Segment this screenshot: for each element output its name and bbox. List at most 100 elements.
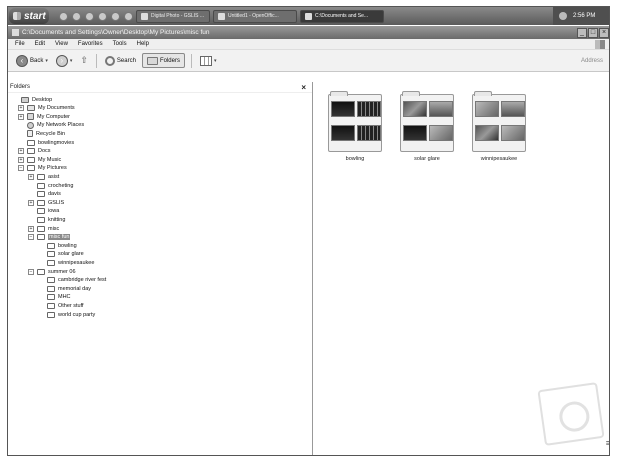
- minimize-button[interactable]: _: [577, 27, 587, 38]
- tree-item-label: memorial day: [58, 285, 92, 292]
- task-button-explorer[interactable]: C:\Documents and Se...: [300, 9, 384, 23]
- folder-icon: [37, 216, 45, 223]
- tree-item-label: Docs: [38, 148, 51, 155]
- tree-item-label: misc fun: [48, 234, 71, 241]
- resize-grip-icon[interactable]: ≡: [606, 439, 609, 448]
- forward-button[interactable]: › ▾: [54, 53, 75, 69]
- tree-item-label: winnipesaukee: [58, 259, 95, 266]
- folder-label-winnipesaukee[interactable]: winnipesaukee: [464, 156, 534, 162]
- tree-item-label: iowa: [48, 208, 60, 215]
- expand-icon[interactable]: +: [18, 156, 24, 163]
- task-label: Digital Photo - GSLIS ...: [151, 13, 205, 19]
- menu-help[interactable]: Help: [137, 41, 149, 47]
- tree-item-label: solar glare: [58, 251, 84, 258]
- folder-label-bowling[interactable]: bowling: [320, 156, 390, 162]
- forward-arrow-icon: ›: [55, 54, 68, 67]
- back-button[interactable]: ‹ Back ▾: [14, 53, 50, 69]
- folder-thumbnail-solar-glare[interactable]: [400, 91, 454, 152]
- tree-item-label: crocheting: [48, 182, 74, 189]
- expand-icon[interactable]: +: [28, 199, 34, 206]
- window-title: C:\Documents and Settings\Owner\Desktop\…: [22, 29, 210, 36]
- photo-thumbnail: [403, 125, 427, 141]
- expand-icon[interactable]: +: [28, 225, 34, 232]
- task-button-digital-photo[interactable]: Digital Photo - GSLIS ...: [136, 9, 210, 23]
- menu-view[interactable]: View: [55, 41, 68, 47]
- task-button-openoffice[interactable]: Untitled1 - OpenOffic...: [213, 9, 297, 23]
- desktop-screen: start Digital Photo - GSLIS ... Untitled…: [7, 6, 610, 456]
- photo-thumbnail: [331, 101, 355, 117]
- expand-icon[interactable]: +: [28, 173, 34, 180]
- folder-icon: [27, 165, 35, 172]
- folder-icon: [47, 251, 55, 258]
- collapse-icon[interactable]: −: [28, 234, 34, 241]
- computer-icon: [27, 113, 34, 121]
- expand-icon[interactable]: +: [18, 113, 24, 120]
- media-player-icon[interactable]: [72, 11, 81, 21]
- document-icon: [218, 12, 225, 20]
- menu-favorites[interactable]: Favorites: [78, 41, 103, 47]
- tree-item[interactable]: world cup party: [38, 310, 95, 319]
- photo-thumbnail: [475, 101, 499, 117]
- app-icon[interactable]: [124, 11, 133, 21]
- folder-icon: [37, 234, 45, 241]
- folder-thumbnail-bowling[interactable]: [328, 91, 382, 152]
- tree-item-label: asist: [48, 173, 60, 180]
- menu-bar: File Edit View Favorites Tools Help: [8, 39, 609, 50]
- close-button[interactable]: ×: [599, 27, 609, 38]
- toolbar: ‹ Back ▾ › ▾ ⇧ Search Folders ▾ Address: [8, 50, 609, 72]
- firefox-icon[interactable]: [111, 11, 120, 21]
- window-title-bar[interactable]: C:\Documents and Settings\Owner\Desktop\…: [8, 26, 609, 39]
- up-folder-button[interactable]: ⇧: [78, 53, 90, 69]
- task-label: C:\Documents and Se...: [315, 13, 369, 19]
- search-button[interactable]: Search: [103, 53, 138, 69]
- collapse-icon[interactable]: −: [28, 268, 34, 275]
- tree-item-label: summer 06: [48, 268, 76, 275]
- tree-item-label: bowling: [58, 242, 77, 249]
- folders-icon: [146, 56, 158, 65]
- photo-thumbnail: [357, 125, 381, 141]
- search-label: Search: [116, 57, 136, 64]
- tray-icon[interactable]: [559, 12, 567, 20]
- folder-icon: [47, 285, 55, 292]
- expand-icon[interactable]: +: [18, 148, 24, 155]
- folders-label: Folders: [159, 57, 180, 64]
- tree-item-label: cambridge river fest: [58, 277, 107, 284]
- clock: 2:56 PM: [573, 13, 596, 19]
- views-button[interactable]: ▾: [198, 53, 219, 69]
- quick-launch: [59, 11, 133, 21]
- browser-icon: [141, 12, 148, 20]
- maximize-button[interactable]: □: [588, 27, 598, 38]
- folder-thumbnail-winnipesaukee[interactable]: [472, 91, 526, 152]
- start-button[interactable]: start: [9, 8, 49, 24]
- photo-thumbnail: [501, 101, 525, 117]
- menu-tools[interactable]: Tools: [113, 41, 127, 47]
- menu-file[interactable]: File: [15, 41, 25, 47]
- refresh-icon[interactable]: [85, 11, 94, 21]
- chevron-down-icon[interactable]: ▾: [70, 58, 73, 64]
- chevron-down-icon: ▾: [213, 57, 217, 64]
- folder-icon: [47, 242, 55, 249]
- collapse-icon[interactable]: −: [18, 165, 24, 172]
- close-pane-button[interactable]: ×: [301, 83, 306, 92]
- address-label[interactable]: Address: [581, 58, 603, 64]
- task-label: Untitled1 - OpenOffic...: [228, 13, 279, 19]
- chevron-down-icon[interactable]: ▾: [45, 58, 48, 64]
- views-icon: [199, 55, 212, 66]
- toolbar-separator: [95, 53, 97, 68]
- windows-logo-icon: [595, 39, 605, 49]
- tree-item-label: MHC: [58, 294, 71, 301]
- expand-icon[interactable]: +: [18, 105, 24, 112]
- search-icon: [104, 55, 115, 66]
- folders-button[interactable]: Folders: [141, 53, 185, 68]
- browser-icon[interactable]: [59, 11, 68, 21]
- photo-thumbnail: [331, 125, 355, 141]
- back-label: Back: [30, 57, 44, 64]
- folder-label-solar-glare[interactable]: solar glare: [392, 156, 462, 162]
- folders-pane: Folders × Desktop + My Documents + My Comput…: [8, 82, 313, 455]
- menu-edit[interactable]: Edit: [35, 41, 45, 47]
- show-desktop-icon[interactable]: [98, 11, 107, 21]
- folders-pane-title: Folders: [10, 84, 31, 90]
- tree-item-label: bowlingmovies: [38, 139, 75, 146]
- folder-watermark-icon: [537, 382, 605, 446]
- photo-thumbnail: [357, 101, 381, 117]
